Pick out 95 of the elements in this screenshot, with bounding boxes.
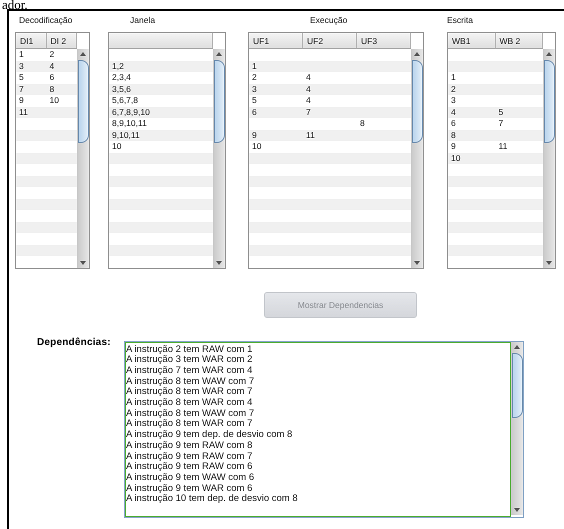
scroll-thumb[interactable] <box>512 352 522 418</box>
table-cell-text: 1 <box>251 60 258 72</box>
table-cell-text: 5,6,7,8 <box>111 95 139 106</box>
table-cell-text: 6 <box>48 72 56 84</box>
column-header[interactable]: WB1 <box>448 33 496 48</box>
table-cell-text: 9 <box>18 95 25 106</box>
scroll-thumb[interactable] <box>412 60 422 144</box>
dependencies-text-area[interactable] <box>124 340 524 518</box>
table-cell-text: 6,7,8,9,10 <box>111 106 151 118</box>
striped-row <box>16 198 77 210</box>
striped-row <box>16 130 77 141</box>
scroll-up-icon[interactable] <box>546 52 552 56</box>
dependency-line: A instrução 8 tem WAW com 7 <box>126 376 256 387</box>
table-cell-text: 9 <box>450 141 457 152</box>
table-cell-text: 3,5,6 <box>111 84 132 95</box>
table-cell-text: 9 <box>251 130 258 141</box>
dependency-line: A instrução 9 tem RAW com 7 <box>126 452 254 462</box>
page-caption: ador. <box>2 0 29 9</box>
table-caption: Escrita <box>447 14 474 27</box>
scroll-thumb[interactable] <box>78 60 88 144</box>
table-cell-text: 6 <box>251 106 258 118</box>
table-caption: Janela <box>129 14 156 27</box>
dependency-line: A instrução 8 tem WAR com 7 <box>126 387 254 398</box>
column-header[interactable]: UF2 <box>303 33 357 48</box>
table-cell-text: 7 <box>498 118 504 130</box>
table-cell-text: 3 <box>251 84 258 95</box>
table-cell-text: 9,10,11 <box>111 130 141 141</box>
table-cell-text: 3 <box>450 95 457 106</box>
scroll-down-icon[interactable] <box>80 260 86 264</box>
striped-row <box>16 176 77 187</box>
scroll-down-icon[interactable] <box>414 260 420 264</box>
table-cell-text: 5 <box>251 95 258 106</box>
dependency-line: A instrução 9 tem dep. de desvio com 8 <box>126 430 294 441</box>
scroll-up-icon[interactable] <box>514 344 520 348</box>
scrollbar[interactable] <box>411 49 423 268</box>
table-cell-text: 1 <box>450 72 457 84</box>
scroll-down-icon[interactable] <box>514 508 520 512</box>
table-cell-text: 2 <box>48 49 56 60</box>
dependency-line: A instrução 9 tem WAR com 6 <box>126 484 254 494</box>
table-cell-text: 2 <box>450 84 457 95</box>
table-cell-text: 11 <box>18 106 29 118</box>
dependency-line: A instrução 8 tem WAR com 7 <box>126 419 254 430</box>
dependency-line: A instrução 9 tem WAW com 6 <box>126 472 256 484</box>
table-cell-text: 10 <box>450 152 462 164</box>
dependency-line: A instrução 9 tem RAW com 8 <box>126 440 254 452</box>
table-caption: Decodificação <box>18 14 74 27</box>
dependency-line: A instrução 9 tem RAW com 6 <box>126 462 254 473</box>
dependency-line: A instrução 2 tem RAW com 1 <box>126 344 254 355</box>
scrollbar[interactable] <box>77 49 89 268</box>
scroll-thumb[interactable] <box>214 60 224 144</box>
dependency-line: A instrução 8 tem WAW com 7 <box>126 408 256 419</box>
dependency-line: A instrução 7 tem WAR com 4 <box>126 366 254 377</box>
table-cell-text: 7 <box>305 106 312 118</box>
scroll-up-icon[interactable] <box>216 52 222 56</box>
table-cell-text: 3 <box>18 60 25 72</box>
table-cell-text: 1 <box>18 49 25 60</box>
table-cell-text: 8 <box>450 130 457 141</box>
table-cell-text: 4 <box>305 95 312 106</box>
table-cell-text: 1,2 <box>111 60 125 72</box>
striped-row <box>16 222 77 233</box>
scrollbar[interactable] <box>543 49 555 268</box>
table-cell-text: 5 <box>498 106 504 118</box>
scroll-up-icon[interactable] <box>414 52 420 56</box>
table-cell-text: 4 <box>48 60 56 72</box>
dependency-line: A instrução 3 tem WAR com 2 <box>126 355 254 366</box>
scroll-thumb[interactable] <box>544 60 554 144</box>
table-cell-text: 8 <box>359 118 366 130</box>
scroll-down-icon[interactable] <box>546 260 552 264</box>
table-caption: Execução <box>309 14 348 27</box>
table-cell-text: 11 <box>305 130 316 141</box>
table-cell-text: 6 <box>450 118 457 130</box>
table-cell-text: 2,3,4 <box>111 72 132 84</box>
table-cell-text: 11 <box>498 141 508 152</box>
table-cell-text: 5 <box>18 72 25 84</box>
scroll-down-icon[interactable] <box>216 260 222 264</box>
dependency-line: A instrução 10 tem dep. de desvio com 8 <box>126 494 299 506</box>
striped-row <box>16 244 77 256</box>
column-header[interactable]: DI1 <box>16 33 46 48</box>
table-cell-text: 10 <box>111 141 122 152</box>
scrollbar[interactable] <box>213 49 225 268</box>
table-cell-text: 4 <box>450 106 457 118</box>
dependencies-label: Dependências: <box>36 336 112 350</box>
table-cell-text: 4 <box>305 72 312 84</box>
table-cell-text: 8,9,10,11 <box>111 118 148 130</box>
table-cell-text: 8 <box>48 84 56 95</box>
striped-row <box>16 152 77 164</box>
column-header[interactable]: UF1 <box>249 33 303 48</box>
dependency-line: A instrução 8 tem WAR com 4 <box>126 398 254 409</box>
table-cell-text: 2 <box>251 72 258 84</box>
scroll-up-icon[interactable] <box>80 52 86 56</box>
table-cell-text: 10 <box>251 141 262 152</box>
table-cell-text: 10 <box>48 95 60 106</box>
scrollbar[interactable] <box>511 342 523 514</box>
table-cell-text: 4 <box>305 84 312 95</box>
table-cell-text: 7 <box>18 84 25 95</box>
